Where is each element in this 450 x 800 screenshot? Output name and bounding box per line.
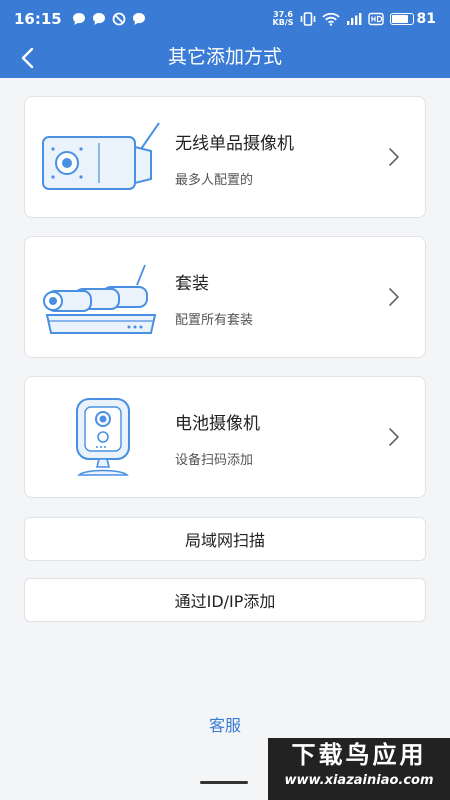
option-battery-camera[interactable]: 电池摄像机 设备扫码添加: [24, 376, 426, 498]
home-indicator[interactable]: [200, 781, 248, 784]
battery-indicator: 81: [389, 11, 436, 27]
option-subtitle: 最多人配置的: [175, 173, 254, 188]
battery-icon: [389, 13, 414, 25]
watermark-main: 下载鸟应用: [291, 741, 427, 769]
chevron-right-icon: [389, 288, 399, 306]
battery-level: 81: [416, 11, 436, 27]
chat-bubble-icon: [72, 13, 85, 25]
option-wireless-camera[interactable]: 无线单品摄像机 最多人配置的: [24, 96, 426, 218]
option-subtitle: 配置所有套装: [175, 313, 254, 328]
status-left: 16:15: [14, 10, 146, 28]
add-by-id-ip-button[interactable]: 通过ID/IP添加: [24, 578, 426, 622]
option-title: 无线单品摄像机: [175, 134, 294, 154]
status-time: 16:15: [14, 10, 62, 28]
wireless-camera-illustration: [42, 122, 160, 190]
watermark-url: www.xiazainiao.com: [284, 773, 434, 788]
option-subtitle: 设备扫码添加: [175, 453, 254, 468]
option-title: 套装: [175, 274, 209, 294]
chevron-right-icon: [389, 148, 399, 166]
option-title: 电池摄像机: [175, 414, 260, 434]
app-header: 其它添加方式: [0, 38, 450, 78]
page-title: 其它添加方式: [167, 46, 282, 68]
chat-bubble-icon: [132, 13, 145, 25]
net-speed: 37.6 KB/S: [273, 11, 294, 27]
lan-scan-button[interactable]: 局域网扫描: [24, 517, 426, 561]
battery-camera-illustration: [76, 398, 130, 476]
signal-icon: [346, 13, 361, 25]
chevron-right-icon: [389, 428, 399, 446]
customer-service-link[interactable]: 客服: [0, 712, 450, 736]
wifi-icon: [321, 12, 340, 26]
status-right: 37.6 KB/S 81: [273, 11, 436, 28]
watermark-logo: 下载鸟应用 www.xiazainiao.com: [268, 738, 450, 800]
status-bar: 16:15 37.6 KB/S 81: [0, 0, 450, 38]
net-speed-unit: KB/S: [272, 18, 294, 27]
hd-icon: [367, 12, 384, 26]
do-not-disturb-icon: [112, 12, 126, 26]
vibrate-icon: [300, 12, 315, 26]
camera-kit-nvr-illustration: [43, 264, 157, 334]
chat-bubble-icon: [92, 13, 105, 25]
option-camera-kit[interactable]: 套装 配置所有套装: [24, 236, 426, 358]
